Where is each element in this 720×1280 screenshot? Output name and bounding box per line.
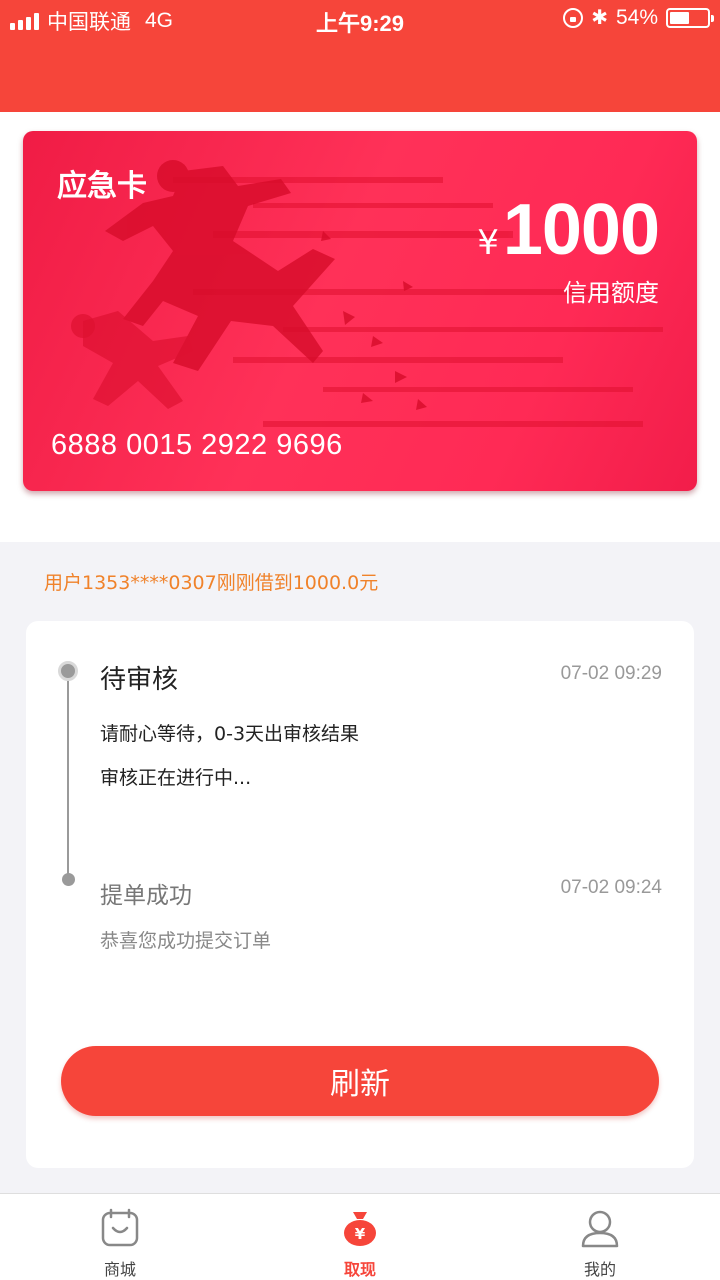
shop-bag-icon [101,1208,139,1247]
tab-label-cash: 取现 [343,1260,376,1279]
battery-icon [666,8,714,28]
step-desc-submitted: 恭喜您成功提交订单 [100,930,272,952]
tab-label-shop: 商城 [103,1260,136,1279]
status-right: ✱ 54% [563,6,714,30]
step-desc-pending-2: 审核正在进行中... [100,767,252,789]
tab-shop[interactable]: 商城 [0,1194,240,1280]
card-name: 应急卡 [57,169,147,204]
bottom-tab-bar: 商城 ¥ 取现 我的 [0,1193,720,1280]
application-status-panel: 待审核 07-02 09:29 请耐心等待，0-3天出审核结果 审核正在进行中.… [26,621,694,1168]
step-time-submitted: 07-02 09:24 [560,877,662,898]
step-title-pending: 待审核 [100,665,179,695]
status-bar: 中国联通 4G 上午9:29 ✱ 54% [0,0,720,40]
timeline-dot-past [62,873,75,886]
tab-cash[interactable]: ¥ 取现 [240,1194,480,1280]
header-band [0,40,720,112]
battery-percent: 54% [615,6,658,29]
svg-text:¥: ¥ [355,1225,366,1243]
currency-symbol: ¥ [477,223,499,263]
step-time-pending: 07-02 09:29 [560,663,662,684]
timeline-dot-current [58,661,78,681]
credit-amount: 1000 [502,190,660,270]
rotation-lock-icon [563,8,584,28]
step-desc-pending-1: 请耐心等待，0-3天出审核结果 [100,723,360,745]
refresh-button[interactable]: 刷新 [61,1046,659,1116]
bluetooth-icon: ✱ [591,7,608,29]
card-number: 6888 0015 2922 9696 [51,429,343,461]
loan-notice: 用户1353****0307刚刚借到1000.0元 [44,572,379,594]
step-title-submitted: 提单成功 [100,883,192,909]
tab-mine[interactable]: 我的 [480,1194,720,1280]
card-amount: ¥ 1000 [477,189,660,271]
money-bag-icon: ¥ [344,1212,376,1246]
emergency-card[interactable]: 应急卡 ¥ 1000 信用额度 6888 0015 2922 9696 [23,131,697,491]
user-icon [581,1210,619,1248]
timeline-line [67,670,69,880]
tab-label-mine: 我的 [583,1260,616,1279]
credit-limit-label: 信用额度 [563,279,659,307]
